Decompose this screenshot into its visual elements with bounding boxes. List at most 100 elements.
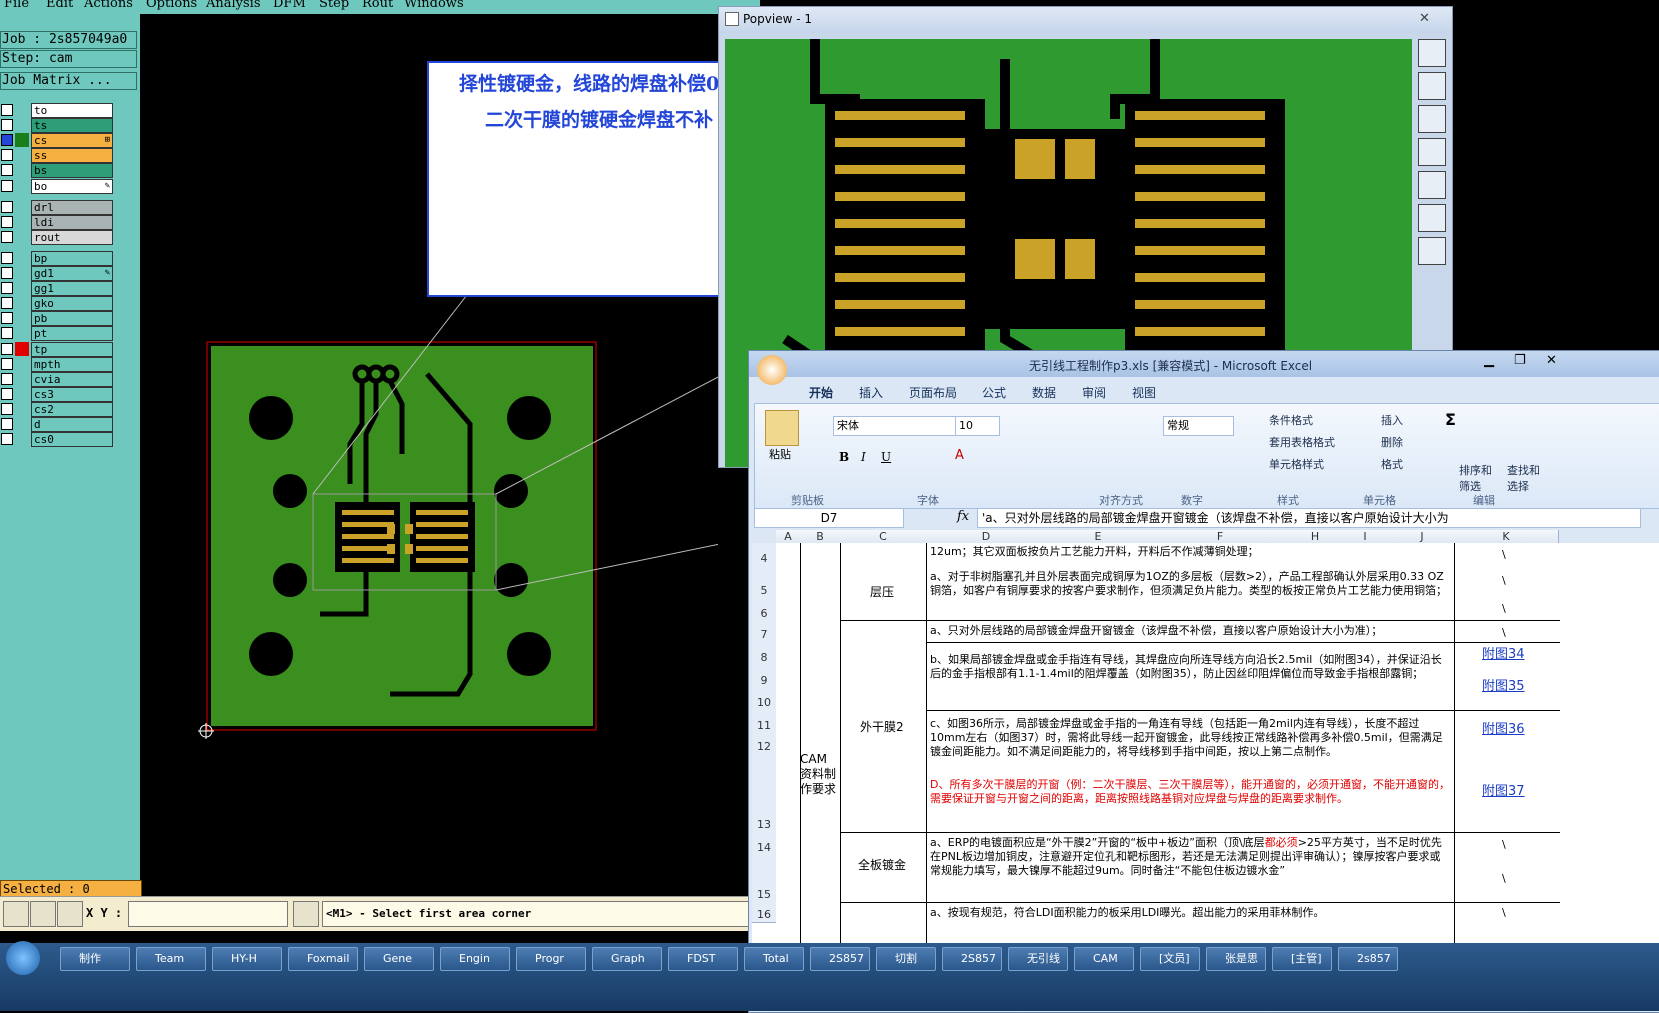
category-cell[interactable]: 层压 (870, 585, 930, 599)
tab-2[interactable]: 页面布局 (909, 384, 957, 401)
layer-checkbox[interactable] (1, 433, 13, 446)
row-header[interactable]: 11 (752, 710, 776, 734)
layer-checkbox[interactable] (1, 164, 13, 177)
center-icon[interactable] (1418, 237, 1446, 265)
menu-windows[interactable]: Windows (404, 0, 464, 11)
pan-left-icon[interactable] (1418, 138, 1446, 166)
zoom-in-icon[interactable] (1418, 72, 1446, 100)
column-header[interactable]: A (776, 530, 801, 544)
layer-row-cs0[interactable]: cs0 (1, 432, 113, 448)
menu-options[interactable]: Options (146, 0, 197, 11)
taskbar-item[interactable]: Engin (440, 947, 510, 971)
info-icon[interactable] (293, 901, 319, 927)
attachment-link[interactable]: 附图36 (1482, 723, 1525, 737)
measure-tool-icon[interactable] (30, 901, 56, 927)
layer-name[interactable]: ts (31, 118, 113, 134)
layer-row-gg1[interactable]: gg1 (1, 281, 113, 297)
italic-button[interactable]: I (861, 450, 866, 464)
layer-checkbox[interactable] (1, 267, 13, 279)
layer-row-cs3[interactable]: cs3 (1, 386, 113, 402)
autosum-icon[interactable]: Σ (1445, 410, 1456, 429)
zoom-fit-icon[interactable] (1418, 39, 1446, 67)
text-cell[interactable]: a、对于非树脂塞孔并且外层表面完成铜厚为1OZ的多层板（层数>2），产品工程部确… (930, 570, 1450, 598)
menu-step[interactable]: Step (319, 0, 349, 11)
layer-checkbox[interactable] (1, 251, 13, 264)
layer-row-cs2[interactable]: cs2 (1, 401, 113, 417)
start-button[interactable] (6, 941, 40, 975)
taskbar-item[interactable]: 制作 (60, 947, 130, 971)
text-cell[interactable]: 12um；其它双面板按负片工艺能力开料，开料后不作减薄铜处理； (930, 545, 1450, 559)
layer-name[interactable]: pt (31, 326, 113, 342)
column-header[interactable]: B (800, 530, 841, 544)
delete-cells-button[interactable]: 删除 (1381, 434, 1403, 450)
layer-name[interactable]: bp (31, 250, 113, 266)
attachment-link[interactable]: 附图34 (1482, 648, 1525, 662)
layer-checkbox[interactable] (1, 104, 13, 116)
taskbar-item[interactable]: 2S857 (942, 947, 1002, 971)
layer-row-gko[interactable]: gko (1, 296, 113, 312)
layer-checkbox[interactable] (1, 312, 13, 325)
layer-row-pb[interactable]: pb (1, 311, 113, 327)
column-header[interactable]: J (1390, 530, 1455, 544)
layer-row-cs[interactable]: cs ⊞ (1, 133, 113, 149)
paste-icon[interactable] (765, 410, 799, 446)
text-cell[interactable]: c、如图36所示，局部镀金焊盘或金手指的一角连有导线（包括距一角2mil内连有导… (930, 717, 1450, 759)
layer-row-d[interactable]: d (1, 417, 113, 432)
layer-name[interactable]: pb (31, 311, 113, 327)
layer-name[interactable]: rout (31, 229, 113, 245)
format-cells-button[interactable]: 格式 (1381, 456, 1403, 472)
layer-checkbox[interactable] (1, 357, 13, 370)
layer-checkbox[interactable] (1, 297, 13, 310)
layer-row-gd1[interactable]: gd1 ✎ (1, 266, 113, 281)
layer-checkbox[interactable] (1, 230, 13, 243)
layer-row-mpth[interactable]: mpth (1, 356, 113, 372)
layer-name[interactable]: cvia (31, 371, 113, 387)
layer-row-pt[interactable]: pt (1, 326, 113, 342)
row-header[interactable]: 13 (752, 754, 776, 833)
layer-row-to[interactable]: to (1, 103, 113, 118)
taskbar-item[interactable]: Foxmail (288, 947, 358, 971)
menu-dfm[interactable]: DFM (273, 0, 306, 11)
insert-cells-button[interactable]: 插入 (1381, 412, 1403, 428)
layer-name[interactable]: cs ⊞ (31, 133, 113, 149)
paste-label[interactable]: 粘贴 (769, 446, 791, 462)
menu-rout[interactable]: Rout (362, 0, 393, 11)
row-header[interactable]: 9 (752, 665, 776, 689)
font-color-icon[interactable]: A (955, 448, 964, 463)
taskbar-item[interactable]: Total (744, 947, 804, 971)
cond-format-button[interactable]: 条件格式 (1269, 412, 1313, 428)
row-header[interactable]: 15 (752, 855, 776, 903)
layer-name[interactable]: bs (31, 163, 113, 179)
tab-3[interactable]: 公式 (982, 384, 1006, 401)
tab-5[interactable]: 审阅 (1082, 384, 1106, 401)
layer-checkbox[interactable] (1, 327, 13, 340)
layer-name[interactable]: tp (31, 341, 113, 357)
layer-row-bo[interactable]: bo ✎ (1, 178, 113, 194)
office-button[interactable] (757, 355, 787, 385)
column-header[interactable]: C (840, 530, 927, 544)
taskbar-item[interactable]: Team (136, 947, 206, 971)
column-header[interactable]: I (1340, 530, 1391, 544)
column-header[interactable]: K (1454, 530, 1559, 544)
layer-row-bp[interactable]: bp (1, 250, 113, 266)
zoom-tool-icon[interactable] (3, 901, 29, 927)
taskbar-item[interactable]: 2s857 (1338, 947, 1398, 971)
layer-row-tp[interactable]: tp (1, 341, 113, 357)
column-header[interactable]: D (926, 530, 1047, 544)
layer-checkbox[interactable] (1, 342, 13, 355)
close-icon[interactable]: ✕ (1546, 353, 1557, 368)
section-cell[interactable]: CAM资料制作要求 (800, 752, 838, 797)
text-cell[interactable]: a、只对外层线路的局部镀金焊盘开窗镀金（该焊盘不补偿，直接以客户原始设计大小为准… (930, 624, 1450, 638)
layer-name[interactable]: cs3 (31, 386, 113, 402)
close-icon[interactable]: ✕ (1419, 11, 1430, 26)
layer-checkbox[interactable] (1, 387, 13, 400)
taskbar-item[interactable]: 无引线 (1008, 947, 1068, 971)
layer-name[interactable]: gg1 (31, 281, 113, 297)
layer-name[interactable]: ldi (31, 214, 113, 230)
taskbar-item[interactable]: Graph (592, 947, 662, 971)
grid-tool-icon[interactable] (57, 901, 83, 927)
layer-row-rout[interactable]: rout (1, 229, 113, 245)
layer-checkbox[interactable] (1, 200, 13, 213)
layer-name[interactable]: to (31, 103, 113, 118)
tab-6[interactable]: 视图 (1132, 384, 1156, 401)
